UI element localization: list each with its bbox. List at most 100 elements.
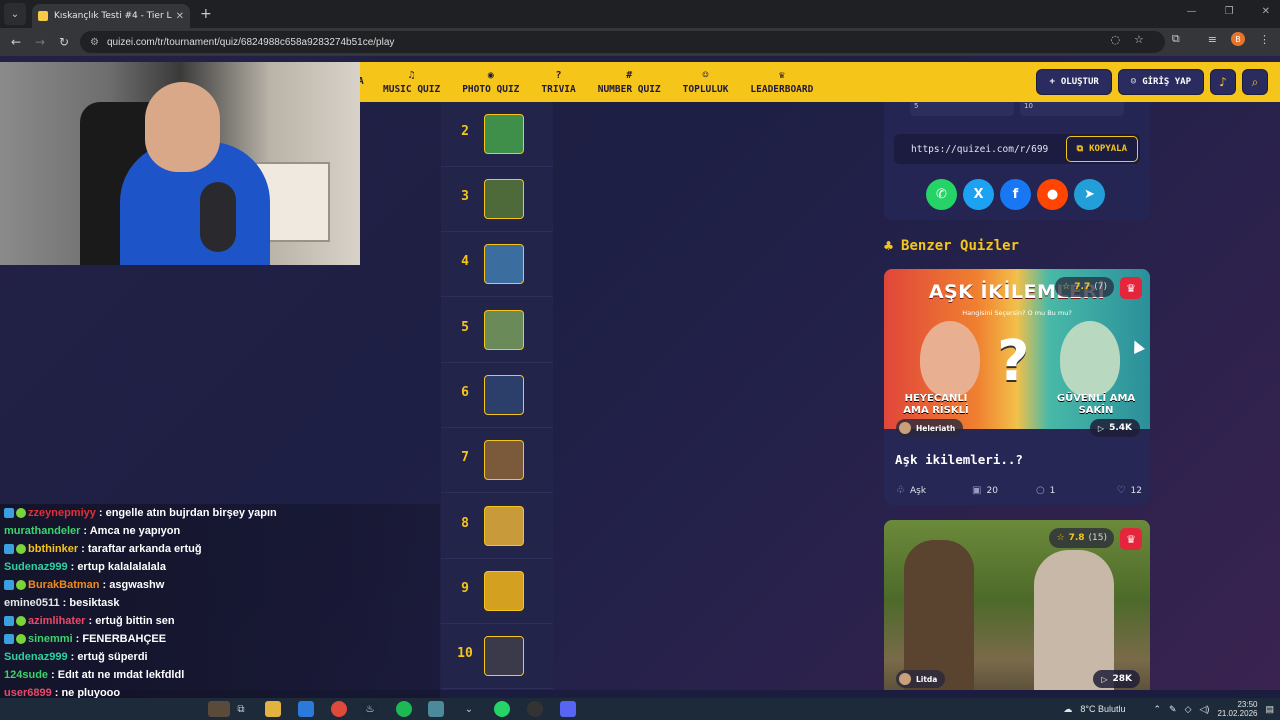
profile-avatar[interactable]: B	[1231, 32, 1245, 46]
x-icon: X	[973, 187, 984, 202]
chat-badge-icon	[4, 634, 14, 644]
obs-icon[interactable]	[527, 701, 543, 717]
reload-button[interactable]: ↻	[52, 35, 76, 49]
task-view-icon[interactable]: ⧉	[233, 701, 249, 717]
site-info-icon[interactable]: ⚙	[90, 37, 99, 48]
new-tab-button[interactable]: +	[200, 6, 212, 22]
rank-thumbnail[interactable]	[484, 310, 524, 350]
chat-message: BurakBatman: asgwashw	[4, 576, 164, 594]
tab-search-button[interactable]: ⌄	[4, 3, 26, 25]
quiz-card-title[interactable]: Aşk ikilemleri..?	[895, 452, 1023, 467]
close-window-button[interactable]: ✕	[1262, 6, 1270, 17]
bookmark-star-icon[interactable]: ☆	[1134, 33, 1144, 46]
reddit-share-button[interactable]: ●	[1037, 179, 1068, 210]
weather-text[interactable]: 8°C Bulutlu	[1080, 704, 1125, 714]
pen-icon[interactable]: ✎	[1169, 704, 1177, 715]
discord-icon[interactable]	[560, 701, 576, 717]
browser-menu-icon[interactable]: ⋮	[1259, 33, 1270, 46]
copy-button[interactable]: ⧉ KOPYALA	[1065, 136, 1138, 162]
author-badge[interactable]: Heleriath	[896, 419, 964, 437]
telegram-share-button[interactable]: ➤	[1074, 179, 1105, 210]
media-icon[interactable]: ≡	[1208, 33, 1217, 46]
rank-thumbnail[interactable]	[484, 114, 524, 154]
browser-tab-active[interactable]: Kıskançlık Testi #4 - Tier List, Kı ✕	[32, 4, 190, 28]
category-tag[interactable]: ♧ Aşk	[896, 485, 926, 496]
quiz-card[interactable]: AŞK İKİLEMLERİ Hangisini Seçersin? O mu …	[884, 269, 1150, 505]
clock[interactable]: 23:50 21.02.2026	[1217, 700, 1257, 718]
chat-username[interactable]: murathandeler	[4, 525, 80, 537]
extensions-icon[interactable]: ⧉	[1172, 32, 1180, 46]
rank-thumbnail[interactable]	[484, 571, 524, 611]
login-button[interactable]: ☺ GİRİŞ YAP	[1117, 69, 1204, 95]
nav-item[interactable]: ? TRIVIA	[541, 62, 575, 102]
mail-icon[interactable]	[298, 701, 314, 717]
notifications-button[interactable]: ♪	[1210, 69, 1236, 95]
chat-username[interactable]: emine0511	[4, 597, 60, 609]
chat-text: : engelle atın bujrdan birşey yapın	[98, 507, 277, 519]
search-button[interactable]: ⌕	[1242, 69, 1268, 95]
chat-username[interactable]: azimlihater	[28, 615, 85, 627]
rank-thumbnail[interactable]	[484, 244, 524, 284]
rank-thumbnail[interactable]	[484, 506, 524, 546]
chat-username[interactable]: bbthinker	[28, 543, 78, 555]
rank-thumbnail[interactable]	[484, 440, 524, 480]
nav-item[interactable]: ♫ MUSIC QUIZ	[383, 62, 440, 102]
facebook-share-button[interactable]: f	[1000, 179, 1031, 210]
chat-message: 124sude: Edıt atı ne ımdat lekfdldl	[4, 666, 184, 684]
create-button[interactable]: + OLUŞTUR	[1036, 69, 1112, 95]
spotify-icon[interactable]	[396, 701, 412, 717]
close-tab-icon[interactable]: ✕	[176, 11, 184, 22]
minimize-button[interactable]: —	[1187, 6, 1197, 17]
chat-username[interactable]: 124sude	[4, 669, 48, 681]
start-icon[interactable]	[208, 701, 230, 717]
quiz-card-image[interactable]: ☆ 7.8 (15) ♛ Litda ▷ 28K	[884, 520, 1150, 690]
plays-badge: ▷ 28K	[1093, 670, 1140, 688]
x-share-button[interactable]: X	[963, 179, 994, 210]
chat-username[interactable]: Sudenaz999	[4, 651, 68, 663]
chat-username[interactable]: Sudenaz999	[4, 561, 68, 573]
webcam-overlay	[0, 62, 360, 265]
rank-thumbnail[interactable]	[484, 179, 524, 219]
forward-button[interactable]: →	[28, 35, 52, 49]
chat-text: : Amca ne yapıyon	[83, 525, 181, 537]
nav-item[interactable]: ◉ PHOTO QUIZ	[462, 62, 519, 102]
chrome-icon[interactable]	[331, 701, 347, 717]
rank-thumbnail[interactable]	[484, 636, 524, 676]
nav-label: NUMBER QUIZ	[597, 83, 661, 95]
author-name: Litda	[916, 674, 938, 684]
whatsapp-icon[interactable]	[494, 701, 510, 717]
likes-count[interactable]: ♡ 12	[1117, 485, 1142, 496]
whatsapp-share-button[interactable]: ✆	[926, 179, 957, 210]
eye-off-icon[interactable]: ◌	[1110, 33, 1120, 46]
chevron-icon[interactable]: ⌄	[461, 701, 477, 717]
rank-thumbnail[interactable]	[484, 375, 524, 415]
ranking-row: 5	[441, 298, 553, 363]
notepad-icon[interactable]	[428, 701, 444, 717]
chat-username[interactable]: zzeynepmiyy	[28, 507, 96, 519]
chat-username[interactable]: BurakBatman	[28, 579, 100, 591]
quiz-card-image[interactable]: AŞK İKİLEMLERİ Hangisini Seçersin? O mu …	[884, 269, 1150, 437]
notifications-icon[interactable]: ▤	[1265, 704, 1274, 715]
tray-expand-icon[interactable]: ⌃	[1154, 704, 1162, 715]
art-subtitle: Hangisini Seçersin? O mu Bu mu?	[962, 309, 1072, 317]
share-link-input[interactable]: https://quizei.com/r/699	[894, 144, 1066, 155]
author-badge[interactable]: Litda	[896, 670, 946, 688]
chat-badge-icon	[16, 634, 26, 644]
ranking-row: 9	[441, 559, 553, 624]
nav-label: MUSIC QUIZ	[383, 83, 441, 95]
nav-item[interactable]: # NUMBER QUIZ	[598, 62, 661, 102]
chat-username[interactable]: sinemmi	[28, 633, 73, 645]
file-explorer-icon[interactable]	[265, 701, 281, 717]
steam-icon[interactable]: ♨	[362, 701, 378, 717]
nav-item[interactable]: ♛ LEADERBOARD	[750, 62, 813, 102]
nav-item[interactable]: ☺ TOPLULUK	[683, 62, 729, 102]
restore-button[interactable]: ❐	[1225, 6, 1234, 17]
network-icon[interactable]: ◇	[1185, 704, 1192, 715]
site-favicon	[38, 11, 48, 21]
rating-value: 7.7	[1074, 282, 1091, 292]
back-button[interactable]: ←	[4, 35, 28, 49]
volume-icon[interactable]: ◁)	[1200, 704, 1210, 715]
quiz-card[interactable]: ☆ 7.8 (15) ♛ Litda ▷ 28K	[884, 520, 1150, 690]
address-bar[interactable]: ⚙ quizei.com/tr/tournament/quiz/6824988c…	[80, 31, 1165, 53]
ranking-list: 2 3 4 5 6 7 8 9 10	[441, 102, 553, 690]
